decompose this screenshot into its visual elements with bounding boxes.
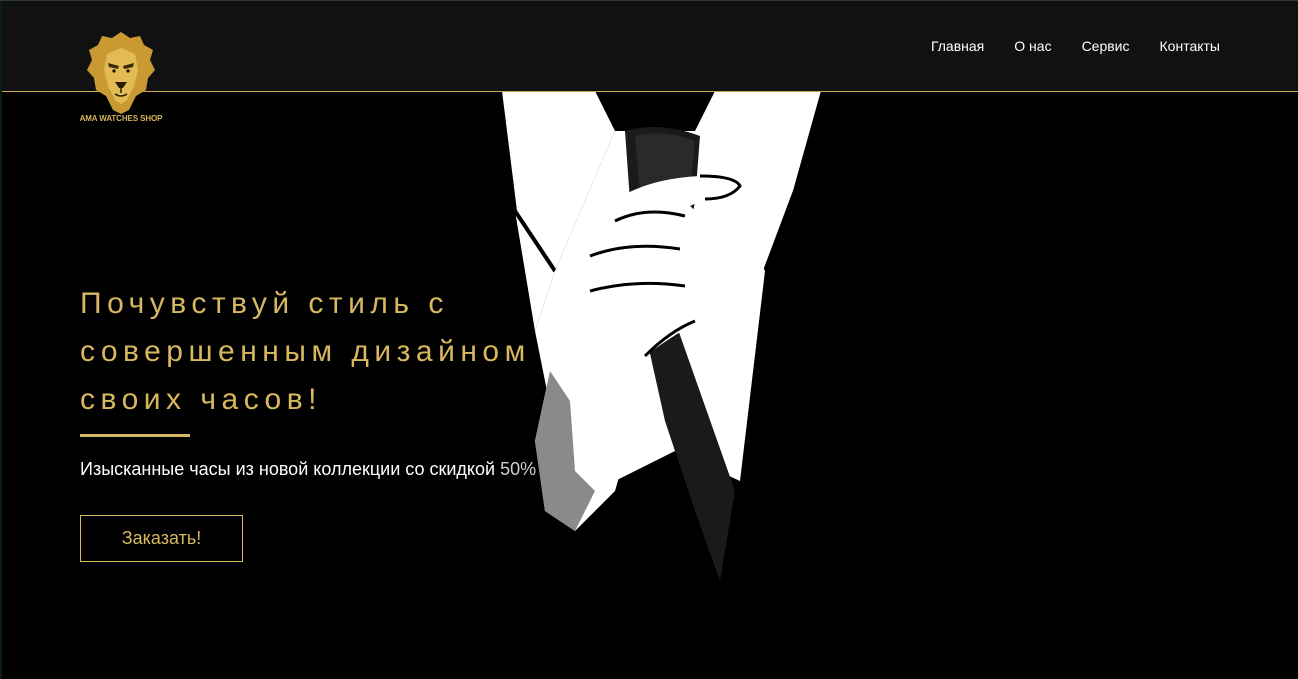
nav-link-service[interactable]: Сервис (1082, 38, 1130, 54)
site-header: Главная О нас Сервис Контакты (2, 1, 1298, 92)
nav-link-home[interactable]: Главная (931, 38, 984, 54)
headline-underline (80, 434, 190, 437)
discount-value: 50% (500, 459, 537, 479)
nav-link-about[interactable]: О нас (1014, 38, 1051, 54)
nav-link-contacts[interactable]: Контакты (1160, 38, 1220, 54)
hero-subtitle: Изысканные часы из новой коллекции со ск… (80, 459, 536, 480)
site-logo[interactable]: AMA WATCHES SHOP (78, 30, 164, 126)
order-button[interactable]: Заказать! (80, 515, 243, 562)
hero-headline: Почувствуй стиль с совершенным дизайном … (80, 280, 600, 424)
headline-line-3: своих часов! (80, 383, 322, 416)
logo-text: AMA WATCHES SHOP (79, 114, 163, 123)
lion-head-icon (87, 32, 155, 114)
subtitle-text: Изысканные часы из новой коллекции со ск… (80, 459, 496, 479)
headline-line-2: совершенным дизайном (80, 335, 531, 368)
headline-line-1: Почувствуй стиль с (80, 287, 449, 320)
window-edge-left (0, 0, 2, 679)
main-nav: Главная О нас Сервис Контакты (931, 38, 1220, 54)
